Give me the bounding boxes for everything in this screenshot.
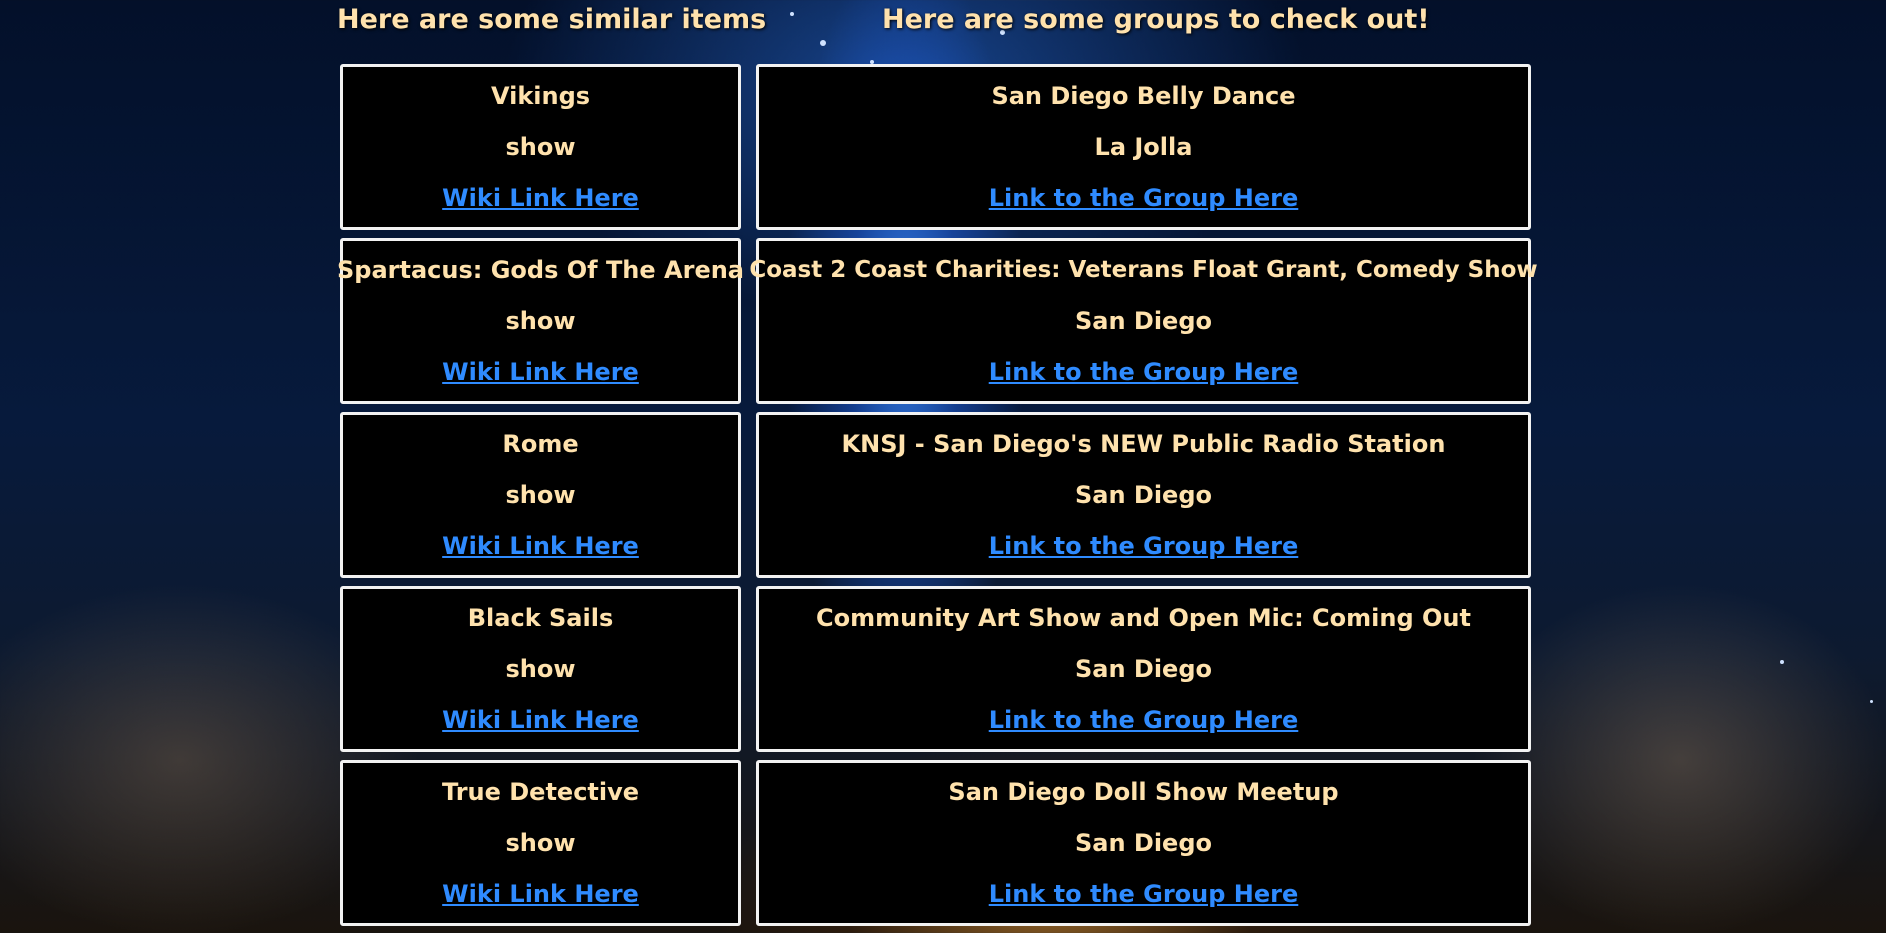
group-card: Community Art Show and Open Mic: Coming … xyxy=(756,586,1531,752)
group-location: San Diego xyxy=(1074,654,1212,683)
item-type: show xyxy=(505,654,576,683)
group-location: San Diego xyxy=(1074,828,1212,857)
similar-items-list: Vikings show Wiki Link Here Spartacus: G… xyxy=(337,64,744,933)
groups-heading: Here are some groups to check out! xyxy=(882,4,1430,35)
item-card: True Detective show Wiki Link Here xyxy=(340,760,741,926)
group-name: San Diego Doll Show Meetup xyxy=(948,777,1339,806)
item-title: Black Sails xyxy=(467,603,614,632)
similar-items-heading: Here are some similar items xyxy=(337,4,767,35)
groups-list: San Diego Belly Dance La Jolla Link to t… xyxy=(749,64,1538,933)
item-title: True Detective xyxy=(441,777,640,806)
group-card: Coast 2 Coast Charities: Veterans Float … xyxy=(749,238,1538,404)
item-type: show xyxy=(505,828,576,857)
item-title: Spartacus: Gods Of The Arena xyxy=(337,255,744,284)
group-link[interactable]: Link to the Group Here xyxy=(989,521,1299,572)
wiki-link[interactable]: Wiki Link Here xyxy=(442,173,639,224)
group-location: La Jolla xyxy=(1094,132,1193,161)
group-link[interactable]: Link to the Group Here xyxy=(989,695,1299,746)
group-card: KNSJ - San Diego's NEW Public Radio Stat… xyxy=(756,412,1531,578)
wiki-link[interactable]: Wiki Link Here xyxy=(442,521,639,572)
item-type: show xyxy=(505,480,576,509)
group-link[interactable]: Link to the Group Here xyxy=(989,173,1299,224)
group-name: Coast 2 Coast Charities: Veterans Float … xyxy=(749,256,1538,283)
group-name: KNSJ - San Diego's NEW Public Radio Stat… xyxy=(841,429,1446,458)
item-card: Vikings show Wiki Link Here xyxy=(340,64,741,230)
item-type: show xyxy=(505,132,576,161)
group-card: San Diego Doll Show Meetup San Diego Lin… xyxy=(756,760,1531,926)
wiki-link[interactable]: Wiki Link Here xyxy=(442,347,639,398)
item-type: show xyxy=(505,306,576,335)
group-name: Community Art Show and Open Mic: Coming … xyxy=(816,603,1471,632)
group-name: San Diego Belly Dance xyxy=(991,81,1296,110)
group-card: San Diego Belly Dance La Jolla Link to t… xyxy=(756,64,1531,230)
group-link[interactable]: Link to the Group Here xyxy=(989,869,1299,920)
item-card: Spartacus: Gods Of The Arena show Wiki L… xyxy=(337,238,744,404)
wiki-link[interactable]: Wiki Link Here xyxy=(442,869,639,920)
group-location: San Diego xyxy=(1074,306,1212,335)
wiki-link[interactable]: Wiki Link Here xyxy=(442,695,639,746)
group-location: San Diego xyxy=(1074,480,1212,509)
group-link[interactable]: Link to the Group Here xyxy=(989,347,1299,398)
item-title: Vikings xyxy=(490,81,591,110)
item-card: Black Sails show Wiki Link Here xyxy=(340,586,741,752)
item-card: Rome show Wiki Link Here xyxy=(340,412,741,578)
item-title: Rome xyxy=(502,429,579,458)
